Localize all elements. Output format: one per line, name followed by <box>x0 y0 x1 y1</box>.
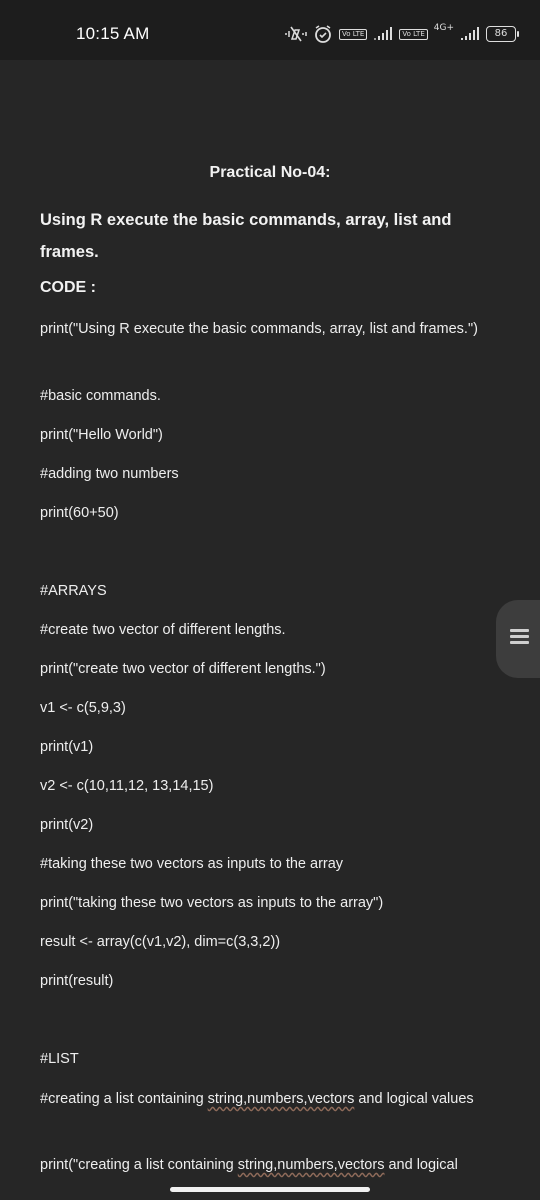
code-line: #basic commands. <box>40 388 161 404</box>
code-line: print(v2) <box>40 817 94 833</box>
code-line: print("Using R execute the basic command… <box>40 321 478 337</box>
code-line: v1 <- c(5,9,3) <box>40 700 126 716</box>
home-indicator[interactable] <box>170 1187 370 1192</box>
code-line: #create two vector of different lengths. <box>40 622 286 638</box>
code-line: print(v1) <box>40 739 94 755</box>
scroll-handle-icon <box>510 629 529 632</box>
battery-icon: 86 <box>486 26 519 42</box>
code-line: #adding two numbers <box>40 466 179 482</box>
mute-icon <box>285 25 307 43</box>
doc-heading: Using R execute the basic commands, arra… <box>40 211 452 261</box>
status-bar: 10:15 AM Vo LTE Vo LTE 4G+ 86 <box>0 0 540 60</box>
code-line: print("Hello World") <box>40 427 163 443</box>
code-label: CODE : <box>40 279 96 296</box>
code-line-wavy: print("creating a list containing string… <box>40 1157 458 1173</box>
code-line: print("create two vector of different le… <box>40 661 326 677</box>
code-line: result <- array(c(v1,v2), dim=c(3,3,2)) <box>40 934 281 950</box>
spellcheck-underline: string,numbers,vectors <box>207 1091 355 1107</box>
code-line: v2 <- c(10,11,12, 13,14,15) <box>40 778 214 794</box>
signal-icon-2 <box>460 27 480 41</box>
lte-badge-1: Vo LTE <box>338 28 368 40</box>
code-line: #taking these two vectors as inputs to t… <box>40 856 344 872</box>
document-view[interactable]: Practical No-04: Using R execute the bas… <box>0 60 540 1200</box>
status-icons: Vo LTE Vo LTE 4G+ 86 <box>285 22 519 46</box>
code-line: print(result) <box>40 973 114 989</box>
code-line: #LIST <box>40 1051 79 1067</box>
signal-icon <box>373 27 393 41</box>
code-line: #ARRAYS <box>40 583 107 599</box>
code-line: print("taking these two vectors as input… <box>40 895 384 911</box>
network-type: 4G+ <box>433 23 454 33</box>
code-line-wavy: #creating a list containing string,numbe… <box>40 1091 474 1107</box>
lte-badge-2: Vo LTE <box>399 28 428 40</box>
scroll-handle[interactable] <box>496 600 540 678</box>
alarm-icon <box>313 24 333 44</box>
code-line: print(60+50) <box>40 505 119 521</box>
spellcheck-underline: string,numbers,vectors <box>237 1157 385 1173</box>
page-title: Practical No-04: <box>209 164 331 181</box>
status-time: 10:15 AM <box>76 24 150 43</box>
